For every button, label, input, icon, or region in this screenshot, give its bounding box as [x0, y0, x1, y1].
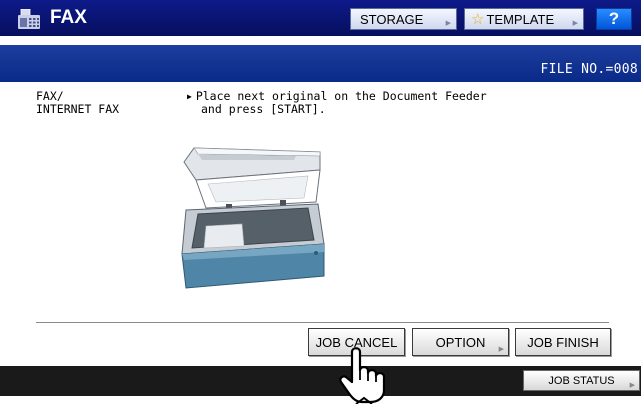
corner-arrow-icon: ▶: [498, 346, 504, 353]
mode-line-1: FAX/: [36, 89, 64, 103]
corner-arrow-icon: ▶: [629, 382, 635, 389]
help-label: ?: [608, 9, 620, 28]
corner-arrow-icon: ▶: [445, 20, 451, 27]
help-button[interactable]: ?: [596, 8, 632, 30]
instruction-message: ▶ Place next original on the Document Fee…: [187, 90, 487, 116]
star-icon: ☆: [471, 11, 485, 28]
option-label: OPTION: [435, 334, 486, 350]
app-title: FAX: [50, 7, 87, 28]
option-button[interactable]: OPTION ▶: [412, 328, 509, 356]
message-line-1: Place next original on the Document Feed…: [195, 89, 487, 103]
storage-button[interactable]: STORAGE ▶: [350, 8, 457, 30]
file-number: FILE NO.=008: [540, 62, 638, 77]
storage-label: STORAGE: [360, 11, 424, 27]
scanner-illustration-icon: [181, 147, 325, 289]
job-finish-button[interactable]: JOB FINISH: [515, 328, 611, 356]
file-number-bar: FILE NO.=008: [0, 45, 641, 82]
job-status-button[interactable]: JOB STATUS ▶: [523, 370, 640, 391]
divider: [36, 322, 609, 323]
hand-pointer-icon: [339, 347, 386, 404]
top-bar: FAX STORAGE ▶ ☆ TEMPLATE ▶ ?: [0, 0, 641, 36]
template-label: TEMPLATE: [486, 11, 555, 27]
mode-label: FAX/ INTERNET FAX: [36, 90, 119, 116]
mode-line-2: INTERNET FAX: [36, 102, 120, 116]
fax-machine-icon: [18, 9, 40, 29]
job-status-label: JOB STATUS: [548, 374, 615, 387]
job-finish-label: JOB FINISH: [527, 334, 599, 350]
corner-arrow-icon: ▶: [572, 20, 578, 27]
message-line-2: and press [START].: [201, 102, 326, 116]
triangle-bullet-icon: ▶: [187, 92, 192, 101]
template-button[interactable]: ☆ TEMPLATE ▶: [464, 8, 584, 30]
